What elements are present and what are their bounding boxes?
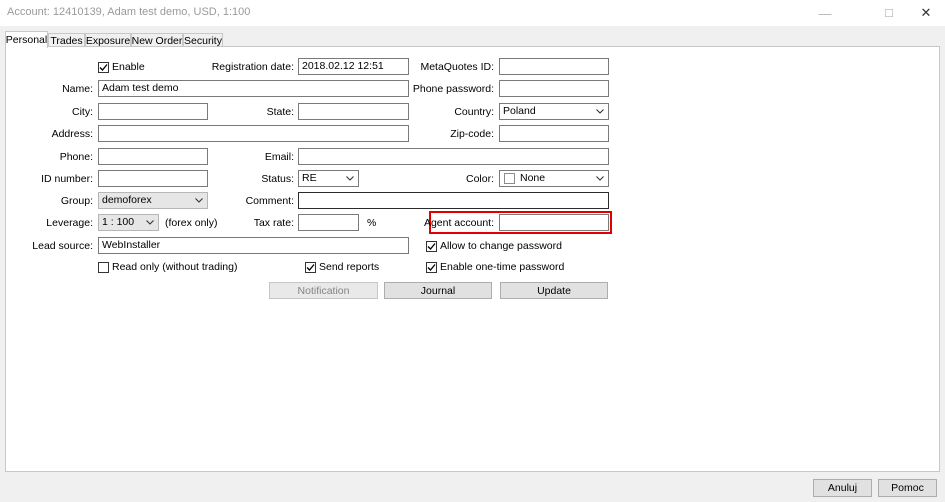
chevron-down-icon xyxy=(595,171,605,186)
help-button[interactable]: Pomoc xyxy=(878,479,937,497)
tax-rate-label: Tax rate: xyxy=(253,217,294,229)
status-select[interactable]: RE xyxy=(298,170,359,187)
address-field[interactable] xyxy=(98,125,409,142)
agent-account-label: Agent account: xyxy=(423,217,494,229)
country-label: Country: xyxy=(454,106,494,118)
enable-checkbox[interactable]: Enable xyxy=(98,60,145,74)
allow-change-password-label: Allow to change password xyxy=(440,240,562,252)
phone-password-field[interactable] xyxy=(499,80,609,97)
chevron-down-icon xyxy=(595,104,605,119)
leverage-value: 1 : 100 xyxy=(102,216,135,228)
send-reports-label: Send reports xyxy=(319,261,380,273)
read-only-label: Read only (without trading) xyxy=(112,261,238,273)
registration-date-label: Registration date: xyxy=(211,61,294,73)
leverage-select[interactable]: 1 : 100 xyxy=(98,214,159,231)
checkbox-box xyxy=(98,261,109,273)
group-value: demoforex xyxy=(102,194,152,206)
group-select[interactable]: demoforex xyxy=(98,192,208,209)
chevron-down-icon xyxy=(345,171,355,186)
city-field[interactable] xyxy=(98,103,208,120)
color-select[interactable]: None xyxy=(499,170,609,187)
window-title: Account: 12410139, Adam test demo, USD, … xyxy=(7,6,251,18)
comment-field[interactable] xyxy=(298,192,609,209)
country-select[interactable]: Poland xyxy=(499,103,609,120)
city-label: City: xyxy=(72,106,93,118)
status-label: Status: xyxy=(261,173,294,185)
leverage-label: Leverage: xyxy=(46,217,93,229)
registration-date-field[interactable]: 2018.02.12 12:51 xyxy=(298,58,409,75)
lead-source-label: Lead source: xyxy=(32,240,93,252)
phone-password-label: Phone password: xyxy=(412,83,494,95)
address-label: Address: xyxy=(51,128,93,140)
metaquotes-id-label: MetaQuotes ID: xyxy=(420,61,494,73)
agent-account-field[interactable] xyxy=(499,214,609,231)
zip-code-label: Zip-code: xyxy=(450,128,494,140)
checkbox-box xyxy=(305,261,316,273)
close-icon[interactable]: ✕ xyxy=(909,0,943,26)
send-reports-checkbox[interactable]: Send reports xyxy=(305,260,379,274)
cancel-button[interactable]: Anuluj xyxy=(813,479,872,497)
comment-label: Comment: xyxy=(245,195,294,207)
tax-rate-unit: % xyxy=(367,217,377,229)
name-label: Name: xyxy=(62,83,93,95)
notification-button[interactable]: Notification xyxy=(269,282,378,299)
phone-field[interactable] xyxy=(98,148,208,165)
chevron-down-icon xyxy=(194,193,204,208)
journal-button[interactable]: Journal xyxy=(384,282,492,299)
state-field[interactable] xyxy=(298,103,409,120)
state-label: State: xyxy=(266,106,294,118)
group-label: Group: xyxy=(60,195,93,207)
status-value: RE xyxy=(302,172,317,184)
read-only-checkbox[interactable]: Read only (without trading) xyxy=(98,260,237,274)
tab-personal[interactable]: Personal xyxy=(5,31,48,48)
enable-otp-label: Enable one-time password xyxy=(440,261,565,273)
color-value: None xyxy=(520,172,546,184)
checkbox-box xyxy=(98,61,109,73)
title-bar: Account: 12410139, Adam test demo, USD, … xyxy=(0,0,945,26)
phone-label: Phone: xyxy=(59,151,93,163)
email-label: Email: xyxy=(264,151,294,163)
checkbox-box xyxy=(426,261,437,273)
metaquotes-id-field[interactable] xyxy=(499,58,609,75)
enable-otp-checkbox[interactable]: Enable one-time password xyxy=(426,260,564,274)
email-field[interactable] xyxy=(298,148,609,165)
minimize-icon[interactable]: — xyxy=(808,0,842,26)
update-button[interactable]: Update xyxy=(500,282,608,299)
id-number-field[interactable] xyxy=(98,170,208,187)
checkbox-box xyxy=(426,240,437,252)
id-number-label: ID number: xyxy=(41,173,93,185)
enable-label: Enable xyxy=(112,61,145,73)
name-field[interactable]: Adam test demo xyxy=(98,80,409,97)
lead-source-field[interactable]: WebInstaller xyxy=(98,237,409,254)
color-swatch xyxy=(504,172,515,184)
country-value: Poland xyxy=(503,105,536,117)
allow-change-password-checkbox[interactable]: Allow to change password xyxy=(426,239,562,253)
tax-rate-field[interactable] xyxy=(298,214,359,231)
color-label: Color: xyxy=(465,173,494,185)
maximize-icon[interactable]: ☐ xyxy=(872,0,906,26)
zip-code-field[interactable] xyxy=(499,125,609,142)
chevron-down-icon xyxy=(145,215,155,230)
